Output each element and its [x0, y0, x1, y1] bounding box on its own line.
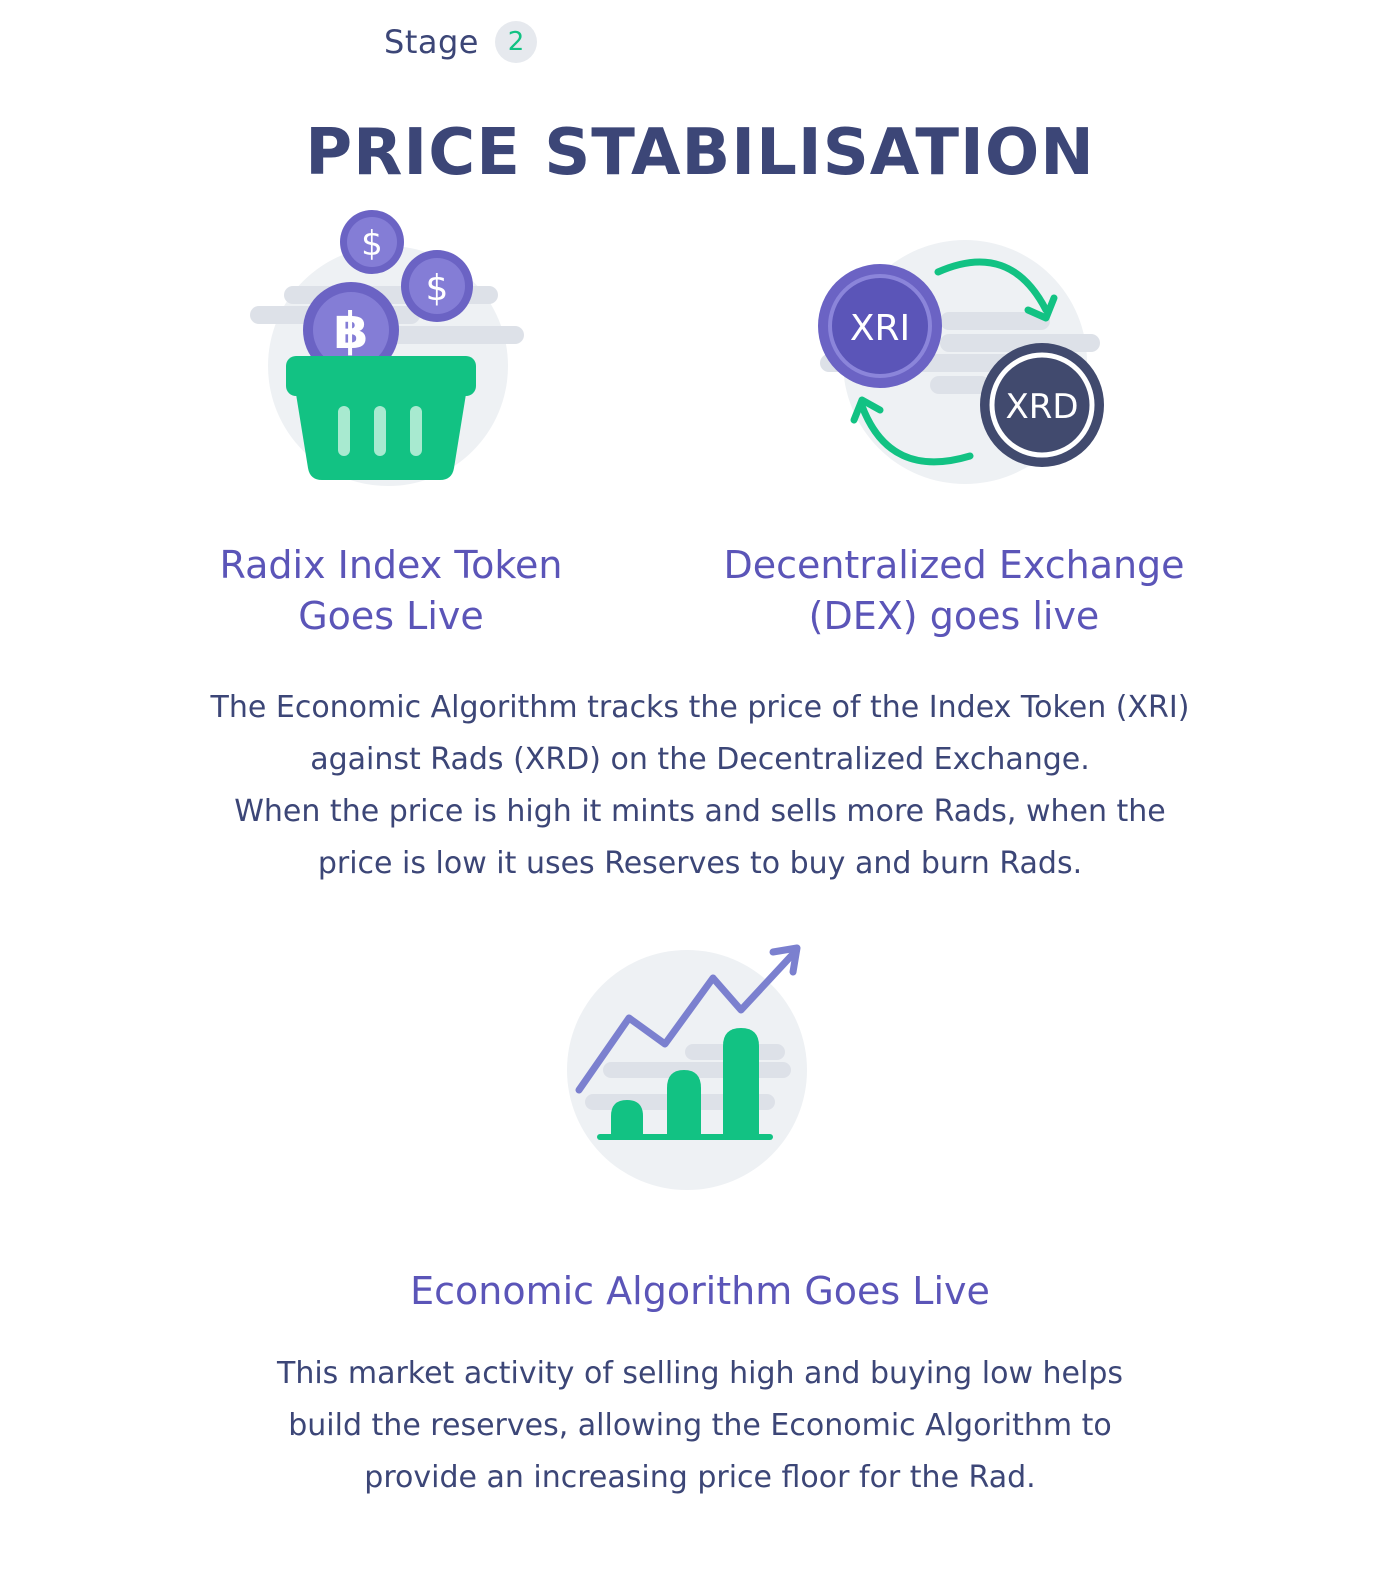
stage-indicator: Stage 2 [384, 18, 537, 66]
xrd-coin-label: XRD [1005, 387, 1078, 427]
description-line: The Economic Algorithm tracks the price … [210, 690, 1190, 725]
feature-title-line: Radix Index Token [219, 543, 563, 587]
description-line: against Rads (XRD) on the Decentralized … [310, 742, 1090, 777]
svg-text:$: $ [426, 268, 449, 309]
description-line: price is low it uses Reserves to buy and… [317, 846, 1083, 881]
feature-title-line: (DEX) goes live [808, 594, 1100, 638]
description-line: This market activity of selling high and… [277, 1356, 1123, 1391]
description-line: provide an increasing price floor for th… [364, 1460, 1036, 1495]
description-line: build the reserves, allowing the Economi… [288, 1408, 1112, 1443]
reserves-description: This market activity of selling high and… [0, 1348, 1400, 1504]
page-title-text: PRICE STABILISATION [305, 115, 1095, 190]
feature-title-line: Goes Live [298, 594, 484, 638]
page-title: PRICE STABILISATION [0, 115, 1400, 191]
svg-text:฿: ฿ [334, 302, 369, 360]
growth-chart-icon [567, 944, 807, 1190]
coin-basket-icon: $ $ ฿ [250, 210, 524, 486]
feature-title-index-token: Radix Index Token Goes Live [156, 540, 626, 642]
feature-title-dex: Decentralized Exchange (DEX) goes live [694, 540, 1214, 642]
svg-text:$: $ [361, 224, 383, 264]
xri-coin-label: XRI [850, 308, 910, 349]
stage-number-badge: 2 [494, 21, 537, 63]
xri-xrd-exchange-icon: XRI XRD [818, 240, 1104, 484]
feature-title-line: Decentralized Exchange [723, 543, 1185, 587]
algorithm-description: The Economic Algorithm tracks the price … [0, 682, 1400, 890]
stage-label: Stage [384, 23, 479, 61]
description-line: When the price is high it mints and sell… [234, 794, 1166, 829]
algorithm-title: Economic Algorithm Goes Live [410, 1269, 990, 1313]
